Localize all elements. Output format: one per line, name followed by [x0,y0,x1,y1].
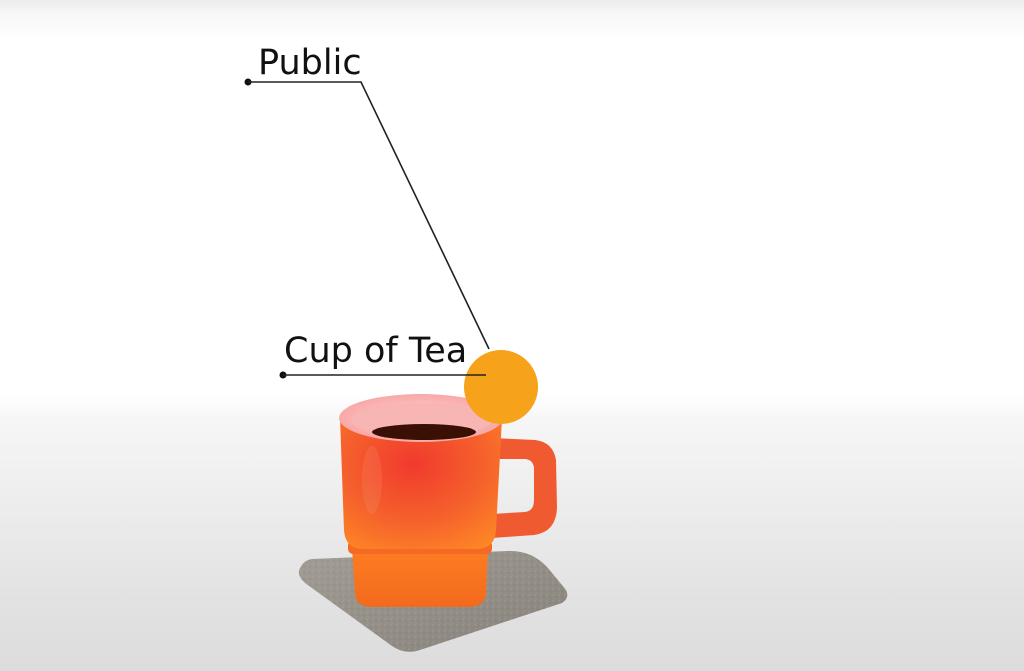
cup-leader-line [279,371,486,379]
diagram-graphics [244,78,568,652]
diagram-stage: Public Cup of Tea [0,0,1024,671]
public-leader-line [244,78,490,350]
mug-base [352,548,488,607]
mug-handle [492,438,557,538]
cup-of-tea-label: Cup of Tea [284,331,468,371]
orange-marker-icon [464,350,538,424]
tea-surface [372,424,476,440]
public-label: Public [258,43,362,83]
